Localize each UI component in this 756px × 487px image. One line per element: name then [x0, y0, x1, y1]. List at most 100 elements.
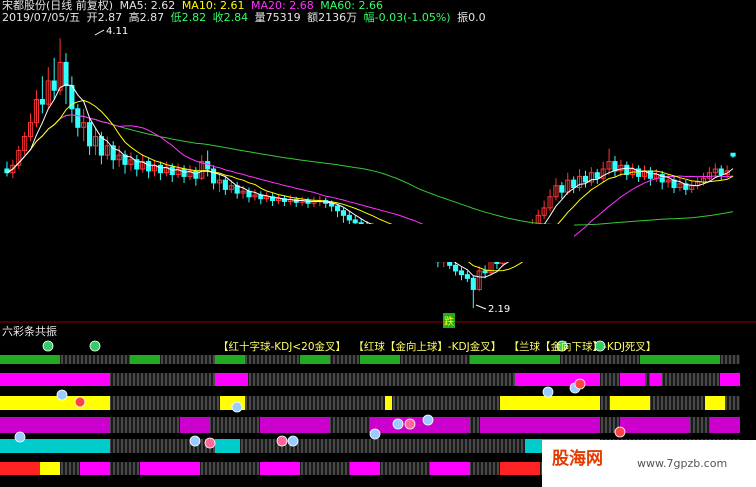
- candle-body: [39, 99, 45, 105]
- bar-row-5-segment: [230, 439, 240, 453]
- candle-body: [482, 270, 488, 274]
- bar-row-6-segment: [40, 462, 60, 475]
- legend-red-ball: 【红球【金向上球】-KDJ金叉】: [353, 341, 502, 353]
- candle-body: [647, 170, 653, 179]
- bar-row-6-segment: [350, 462, 380, 475]
- masked-region: [183, 224, 574, 262]
- signal-ball: [231, 401, 243, 413]
- signal-ball: [369, 428, 381, 440]
- bar-row-2-segment: [620, 373, 645, 386]
- candle-body: [87, 122, 93, 147]
- amplitude-value: 振0.0: [457, 11, 486, 24]
- candle-body: [464, 274, 470, 279]
- signal-ball: [614, 426, 626, 438]
- bar-row-5-segment: [215, 439, 230, 453]
- bar-row-4-segment: [620, 417, 690, 433]
- bar-row-6-segment: [500, 462, 540, 475]
- bar-row-4-segment: [0, 417, 110, 433]
- amount-value: 额2136万: [307, 11, 358, 24]
- bar-row-1-segment: [130, 355, 160, 364]
- bar-row-4-segment: [710, 417, 740, 433]
- bar-row-1-segment: [300, 355, 330, 364]
- watermark-logo: 股海网: [552, 449, 603, 469]
- candle-body: [222, 179, 228, 190]
- bar-row-3-segment: [610, 396, 650, 410]
- high-marker-line: [94, 29, 105, 36]
- candle-body: [63, 61, 69, 87]
- candle-body: [346, 214, 352, 221]
- bar-row-4-segment: [260, 417, 330, 433]
- candle-body: [210, 168, 217, 184]
- candle-body: [612, 161, 618, 172]
- low-tag: 跌: [443, 313, 455, 328]
- candle-body: [594, 172, 600, 179]
- low-price-label: 2.19: [488, 304, 511, 315]
- candle-body: [470, 277, 476, 290]
- candle-body: [571, 179, 577, 189]
- bar-row-6-segment: [260, 462, 300, 475]
- ma60-line: [6, 114, 734, 226]
- close-value: 收2.84: [212, 11, 249, 24]
- candle-body: [146, 161, 152, 172]
- candle-body: [75, 108, 81, 128]
- bar-row-1-segment: [360, 355, 400, 364]
- indicator-title: 六彩条共振: [2, 325, 57, 338]
- high-price-label: 4.11: [106, 26, 129, 37]
- candle-body: [181, 168, 187, 177]
- high-value: 高2.87: [128, 11, 165, 24]
- bar-row-1-segment: [0, 355, 60, 364]
- bar-row-6-segment: [140, 462, 200, 475]
- low-value: 低2.82: [170, 11, 207, 24]
- candle-body: [453, 264, 459, 272]
- bar-row-3-segment: [705, 396, 725, 410]
- signal-ball: [276, 435, 288, 447]
- candle-body: [246, 190, 252, 198]
- candle-body: [193, 170, 199, 179]
- change-value: 幅-0.03(-1.05%): [363, 11, 451, 24]
- signal-ball: [42, 340, 54, 352]
- signal-ball: [204, 437, 216, 449]
- candle-body: [582, 175, 589, 183]
- bar-row-2-segment: [215, 373, 248, 386]
- bar-row-6-segment: [0, 462, 40, 475]
- candle-body: [51, 80, 57, 91]
- bar-row-1-segment: [215, 355, 245, 364]
- date-value: 2019/07/05/五: [2, 11, 81, 24]
- bar-row-2-segment: [0, 373, 110, 386]
- bar-row-4-segment: [480, 417, 600, 433]
- open-value: 开2.87: [86, 11, 123, 24]
- legend-blue-ball: 【兰球【金向下球】-KDJ死叉】: [508, 341, 657, 353]
- watermark: 股海网 www.7gpzb.com: [542, 440, 756, 487]
- volume-value: 量75319: [254, 11, 301, 24]
- signal-ball: [392, 418, 404, 430]
- candle-body: [352, 219, 358, 224]
- bar-row-3-segment: [385, 396, 392, 410]
- candle-body: [205, 161, 211, 170]
- bar-row-2-segment: [720, 373, 740, 386]
- quote-header: 宋都股份(日线 前复权) MA5: 2.62 MA10: 2.61 MA20: …: [2, 0, 489, 24]
- candle-body: [559, 185, 565, 193]
- candle-body: [169, 166, 175, 176]
- signal-ball: [404, 418, 416, 430]
- bar-row-6-segment: [430, 462, 470, 475]
- signal-ball: [287, 435, 299, 447]
- masked-region: [427, 10, 756, 112]
- candle-body: [458, 270, 465, 276]
- signal-ball: [89, 340, 101, 352]
- signal-ball: [189, 435, 201, 447]
- signal-ball: [542, 386, 554, 398]
- signal-ball: [56, 389, 68, 401]
- candle-body: [730, 152, 736, 157]
- bar-row-6-segment: [80, 462, 110, 475]
- signal-ball: [74, 396, 86, 408]
- bar-row-4-segment: [370, 417, 470, 433]
- candle-body: [718, 168, 724, 176]
- bar-row-2-segment: [515, 373, 600, 386]
- low-marker-line: [475, 304, 487, 310]
- candle-body: [340, 210, 347, 216]
- signal-ball: [574, 378, 586, 390]
- legend-red-cross: 【红十字球-KDJ<20金叉】: [218, 341, 347, 353]
- bar-row-3-segment: [500, 396, 600, 410]
- bar-row-1-segment: [640, 355, 720, 364]
- signal-ball: [14, 431, 26, 443]
